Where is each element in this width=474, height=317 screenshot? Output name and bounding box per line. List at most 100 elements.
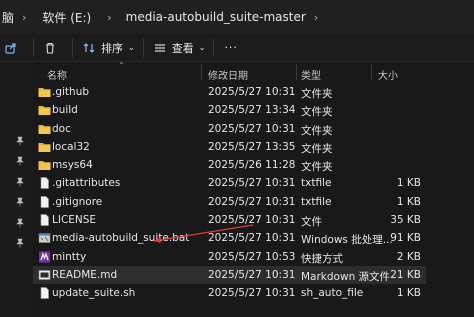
folder-icon [38, 159, 51, 171]
file-date: 2025/5/27 13:35 [208, 140, 296, 153]
file-name: .gitignore [52, 195, 103, 208]
file-row[interactable]: LICENSE 2025/5/27 10:31 文件 35 KB [33, 211, 426, 229]
file-type: 文件 [301, 216, 322, 229]
folder-icon [38, 141, 51, 153]
file-date: 2025/5/27 13:34 [208, 104, 296, 117]
pin-icon[interactable] [15, 136, 25, 146]
file-type: Windows 批处理... [301, 234, 393, 247]
pin-icon[interactable] [15, 218, 25, 228]
column-divider[interactable] [296, 64, 297, 80]
file-date: 2025/5/27 10:53 [208, 250, 296, 263]
file-icon [38, 195, 51, 208]
column-divider[interactable] [201, 64, 202, 80]
chevron-right-icon[interactable]: › [107, 11, 111, 24]
pin-icon[interactable] [15, 197, 25, 207]
pin-icon[interactable] [15, 238, 25, 248]
file-icon [38, 177, 51, 190]
sort-label: 排序 [101, 41, 123, 55]
delete-button[interactable] [44, 42, 62, 54]
file-type: txtfile [301, 195, 332, 208]
file-size: 1 KB [396, 287, 421, 300]
file-size: 21 KB [390, 268, 421, 281]
view-label: 查看 [171, 41, 194, 55]
file-date: 2025/5/27 10:31 [208, 232, 296, 245]
folder-icon [38, 86, 51, 98]
toolbar-divider [142, 38, 144, 57]
file-icon [38, 287, 51, 300]
file-row[interactable]: .github 2025/5/27 10:31 文件夹 [33, 83, 426, 101]
file-row[interactable]: README.md 2025/5/27 10:31 Markdown 源文件 21 K… [33, 265, 426, 285]
file-name: media-autobuild_suite.bat [52, 232, 190, 245]
file-row[interactable]: mintty 2025/5/27 10:53 快捷方式 2 KB [33, 248, 426, 266]
mintty-icon [38, 251, 51, 263]
toolbar-divider [33, 38, 34, 57]
file-row[interactable]: media-autobuild_suite.bat 2025/5/27 10:31… [33, 229, 426, 247]
breadcrumb-item-drive[interactable]: 软件 (E:) [42, 9, 91, 26]
command-bar: 排序 ⌄ 查看 ⌄ ··· [0, 34, 474, 62]
more-options-button[interactable]: ··· [224, 41, 238, 54]
share-button[interactable] [5, 42, 23, 54]
file-row[interactable]: msys64 2025/5/26 11:28 文件夹 [33, 156, 426, 174]
sort-indicator-icon: ⌃ [118, 61, 125, 70]
file-row[interactable]: update_suite.sh 2025/5/27 10:31 sh_auto_fi… [33, 284, 426, 302]
chevron-right-icon[interactable]: › [314, 11, 318, 24]
file-size: 91 KB [390, 232, 421, 245]
breadcrumb-item-pc[interactable]: 脑 [2, 9, 14, 26]
view-button[interactable]: 查看 ⌄ [154, 40, 206, 56]
toolbar-divider [213, 38, 215, 57]
sort-button[interactable]: 排序 ⌄ [83, 40, 135, 56]
file-size: 1 KB [396, 195, 421, 208]
file-type: 文件夹 [301, 124, 333, 137]
file-date: 2025/5/26 11:28 [208, 159, 296, 172]
file-row[interactable]: .gitignore 2025/5/27 10:31 txtfile 1 KB [33, 193, 426, 211]
file-type: 文件夹 [301, 142, 333, 155]
chevron-down-icon: ⌄ [198, 43, 206, 52]
file-name: msys64 [52, 159, 93, 172]
view-list-icon [154, 43, 165, 52]
pin-icon[interactable] [15, 156, 25, 166]
share-icon [5, 42, 16, 54]
pin-icon[interactable] [15, 177, 25, 187]
column-divider[interactable] [371, 64, 372, 80]
chevron-right-icon[interactable]: › [22, 11, 26, 24]
sort-icon [83, 42, 95, 53]
markdown-icon [38, 269, 51, 281]
file-date: 2025/5/27 10:31 [208, 86, 296, 98]
folder-icon [38, 123, 51, 135]
file-name: doc [52, 122, 71, 135]
file-row[interactable]: .gitattributes 2025/5/27 10:31 txtfile 1 KB [33, 174, 426, 192]
column-header-name[interactable]: 名称 [47, 67, 67, 82]
column-header-bar: ⌃ 名称 修改日期 类型 大小 [0, 61, 474, 82]
column-header-date[interactable]: 修改日期 [208, 67, 248, 82]
file-date: 2025/5/27 10:31 [208, 287, 296, 300]
file-row[interactable]: doc 2025/5/27 10:31 文件夹 [33, 120, 426, 138]
address-bar[interactable]: 脑 › 软件 (E:) › media-autobuild_suite-mast… [0, 0, 474, 34]
file-row[interactable]: local32 2025/5/27 13:35 文件夹 [33, 138, 426, 156]
file-date: 2025/5/27 10:31 [208, 214, 296, 227]
file-type: sh_auto_file [301, 287, 364, 300]
file-icon [38, 214, 51, 226]
column-header-type[interactable]: 类型 [301, 67, 321, 82]
file-name: LICENSE [52, 214, 97, 227]
breadcrumb-item-folder[interactable]: media-autobuild_suite-master [126, 10, 306, 24]
file-type: Markdown 源文件 [301, 270, 391, 283]
file-name: update_suite.sh [52, 287, 136, 300]
file-row[interactable]: build 2025/5/27 13:34 文件夹 [33, 101, 426, 119]
file-date: 2025/5/27 10:31 [208, 268, 296, 281]
file-name: README.md [52, 268, 118, 281]
trash-icon [46, 42, 54, 54]
file-name: mintty [52, 250, 87, 263]
file-size: 1 KB [396, 177, 421, 190]
file-date: 2025/5/27 10:31 [208, 122, 296, 135]
file-size: 35 KB [390, 214, 421, 227]
column-header-size[interactable]: 大小 [378, 67, 398, 82]
file-name: .gitattributes [52, 177, 121, 190]
file-type: 文件夹 [301, 106, 333, 119]
file-name: local32 [52, 140, 90, 153]
file-type: 文件夹 [301, 161, 333, 174]
file-type: 文件夹 [301, 88, 333, 100]
file-name: .github [52, 86, 90, 98]
file-type: 快捷方式 [301, 252, 343, 265]
navigation-pane-edge [0, 62, 33, 317]
file-size: 2 KB [396, 250, 421, 263]
